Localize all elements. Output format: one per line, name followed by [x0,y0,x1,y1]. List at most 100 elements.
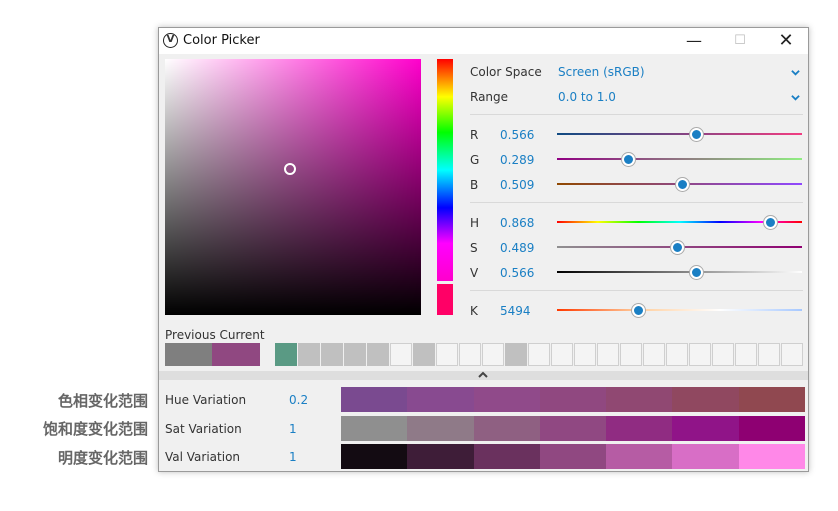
channel-v-slider-knob[interactable] [689,266,703,279]
palette-swatch[interactable] [413,343,435,366]
hue-variation-value[interactable]: 0.2 [289,393,308,407]
palette-swatch[interactable] [781,343,803,366]
channel-g-value[interactable]: 0.289 [500,153,534,167]
variation-swatch[interactable] [539,416,607,441]
channel-g-label: G [470,153,480,167]
variation-swatch[interactable] [738,416,805,441]
variation-swatch[interactable] [407,444,474,469]
hue-variation-label: Hue Variation [165,393,247,407]
variation-swatch[interactable] [407,387,474,412]
channel-v-value[interactable]: 0.566 [500,266,534,280]
maximize-button[interactable]: ☐ [717,28,763,54]
range-dropdown[interactable]: 0.0 to 1.0 [558,90,616,104]
palette-swatch[interactable] [551,343,573,366]
palette-swatch[interactable] [390,343,412,366]
palette-swatch[interactable] [574,343,596,366]
variation-swatch[interactable] [341,444,408,469]
close-button[interactable]: ✕ [763,28,809,54]
palette-swatch[interactable] [689,343,711,366]
palette-swatch[interactable] [620,343,642,366]
variation-swatch[interactable] [473,387,540,412]
channel-s-slider-knob[interactable] [670,241,684,254]
range-chevron-down-icon[interactable] [791,93,800,102]
channel-b-slider-knob[interactable] [675,178,689,191]
channel-k-label: K [470,304,478,318]
channel-h-slider[interactable] [557,216,802,229]
channel-h-value[interactable]: 0.868 [500,216,534,230]
val-variation-label: Val Variation [165,450,241,464]
sat-variation-swatches [341,416,805,441]
palette-swatch[interactable] [321,343,343,366]
val-variation-swatches [341,444,805,469]
color-space-chevron-down-icon[interactable] [791,68,800,77]
channel-b-slider[interactable] [557,178,802,191]
channel-r-slider[interactable] [557,128,802,141]
variation-swatch[interactable] [473,444,540,469]
variation-swatch[interactable] [341,387,408,412]
sat-variation-value[interactable]: 1 [289,422,297,436]
palette-swatch[interactable] [459,343,481,366]
channel-r-value[interactable]: 0.566 [500,128,534,142]
channel-g-slider[interactable] [557,153,802,166]
channel-r-slider-knob[interactable] [689,128,703,141]
variation-swatch[interactable] [341,416,408,441]
current-color-swatch[interactable] [212,343,260,366]
palette-swatch[interactable] [666,343,688,366]
saturation-value-picker[interactable] [165,59,421,315]
palette-swatch[interactable] [275,343,297,366]
palette-swatch[interactable] [367,343,389,366]
val-variation-annotation: 明度变化范围 [57,449,148,467]
channel-h-slider-knob[interactable] [763,216,777,229]
channel-s-value[interactable]: 0.489 [500,241,534,255]
palette-swatch[interactable] [735,343,757,366]
palette-swatch[interactable] [643,343,665,366]
variation-swatch[interactable] [606,387,673,412]
variation-swatch[interactable] [606,444,673,469]
palette-swatch[interactable] [597,343,619,366]
channel-k-slider[interactable] [557,304,802,317]
channel-k-slider-knob[interactable] [631,304,645,317]
channel-s-label: S [470,241,478,255]
sat-variation-label: Sat Variation [165,422,242,436]
color-picker-window: V Color Picker — ☐ ✕ Color Space Screen … [158,27,809,472]
channel-b-value[interactable]: 0.509 [500,178,534,192]
channel-v-slider[interactable] [557,266,802,279]
variation-swatch[interactable] [539,444,607,469]
chevron-up-icon[interactable] [477,369,489,381]
previous-current-label: Previous Current [165,328,265,342]
minimize-button[interactable]: — [671,28,717,54]
color-space-dropdown[interactable]: Screen (sRGB) [558,65,645,79]
app-logo-icon: V [163,33,178,48]
separator [470,290,803,291]
previous-color-swatch[interactable] [165,343,212,366]
palette-swatch[interactable] [298,343,320,366]
hue-preview-swatch [437,284,453,315]
variation-swatch[interactable] [738,387,805,412]
hue-strip[interactable] [437,59,453,281]
sv-picker-cursor[interactable] [284,163,296,175]
channel-g-slider-knob[interactable] [621,153,635,166]
variation-swatch[interactable] [672,444,739,469]
variation-swatch[interactable] [407,416,474,441]
variation-swatch[interactable] [672,387,739,412]
palette-swatch[interactable] [505,343,527,366]
channel-b-label: B [470,178,479,192]
variation-swatch[interactable] [473,416,540,441]
title-bar[interactable]: V Color Picker — ☐ ✕ [159,28,808,54]
palette-swatch[interactable] [436,343,458,366]
palette-swatch[interactable] [712,343,734,366]
sat-variation-annotation: 饱和度变化范围 [42,420,148,438]
variation-swatch[interactable] [606,416,673,441]
channel-s-slider[interactable] [557,241,802,254]
variation-swatch[interactable] [738,444,805,469]
channel-k-value[interactable]: 5494 [500,304,531,318]
val-variation-value[interactable]: 1 [289,450,297,464]
color-space-label: Color Space [470,65,542,79]
palette-swatch[interactable] [482,343,504,366]
variation-swatch[interactable] [539,387,607,412]
palette-swatch[interactable] [758,343,780,366]
palette-swatch[interactable] [344,343,366,366]
channel-v-label: V [470,266,479,280]
variation-swatch[interactable] [672,416,739,441]
palette-swatch[interactable] [528,343,550,366]
